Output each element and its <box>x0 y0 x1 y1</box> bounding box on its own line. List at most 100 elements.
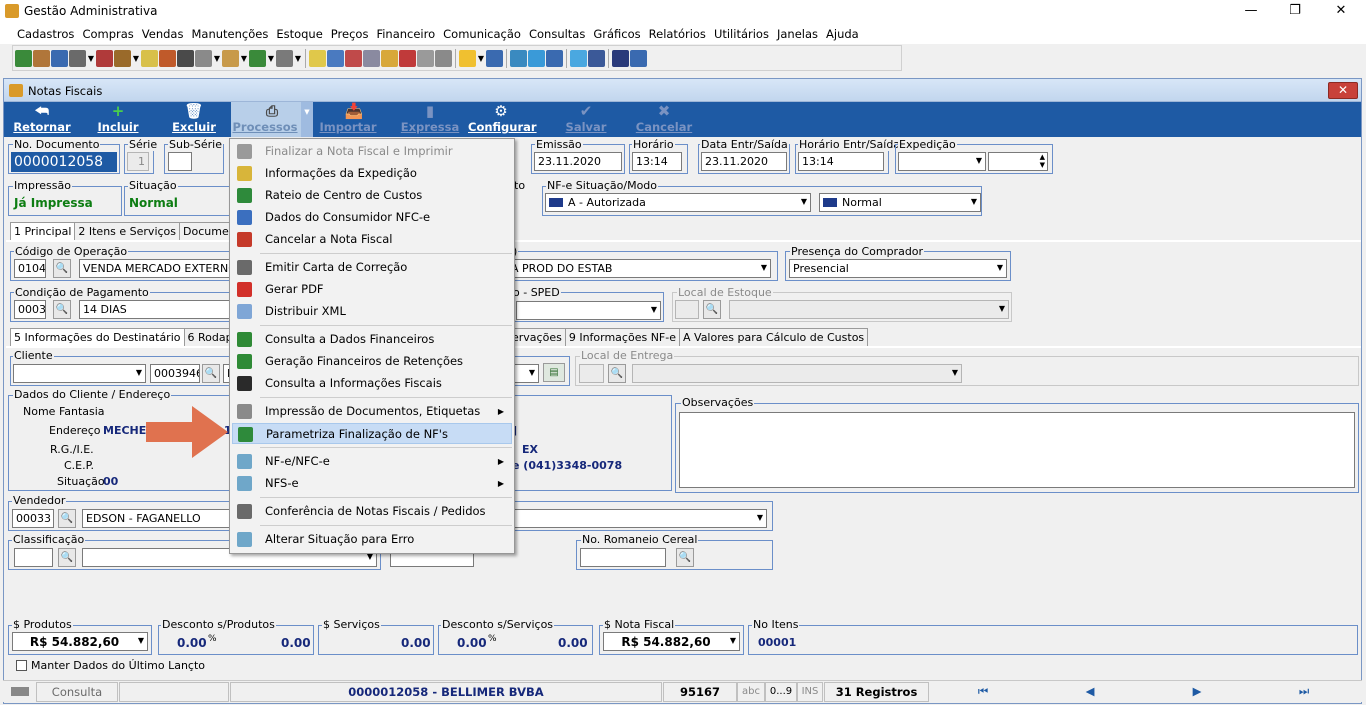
retornar-button[interactable]: ⮪ Retornar <box>10 102 74 137</box>
note-icon[interactable] <box>309 49 326 67</box>
menu-vendas[interactable]: Vendas <box>139 24 189 44</box>
chevron-down-icon[interactable]: ▼ <box>240 50 248 67</box>
skype-icon[interactable] <box>528 49 545 67</box>
data-entr-field[interactable]: 23.11.2020 <box>701 152 787 171</box>
gear-icon[interactable] <box>249 49 266 67</box>
menu-janelas[interactable]: Janelas <box>774 24 823 44</box>
hand-icon[interactable] <box>222 49 239 67</box>
tools-icon[interactable] <box>33 49 50 67</box>
menu-rateio-centro-custos[interactable]: Rateio de Centro de Custos <box>232 185 512 206</box>
menu-financeiro[interactable]: Financeiro <box>373 24 440 44</box>
email-icon[interactable] <box>510 49 527 67</box>
tab-informacoes-nfe[interactable]: 9 Informações NF-e <box>564 328 680 346</box>
menu-informacoes-expedicao[interactable]: Informações da Expedição <box>232 163 512 184</box>
chevron-down-icon[interactable]: ▼ <box>301 102 313 137</box>
tab-itens-servicos[interactable]: 2 Itens e Serviços <box>74 222 181 240</box>
box-icon[interactable] <box>114 49 131 67</box>
menu-graficos[interactable]: Gráficos <box>590 24 645 44</box>
truck-icon[interactable] <box>195 49 212 67</box>
condicao-field[interactable]: 0003 <box>14 300 46 319</box>
horario-entr-field[interactable]: 13:14 <box>798 152 884 171</box>
nav-next-button[interactable]: ▶ <box>1144 682 1250 702</box>
expedicao-number[interactable]: ▲ ▼ <box>988 152 1048 171</box>
sub-serie-field[interactable] <box>168 152 192 171</box>
tab-informacoes-destinatario[interactable]: 5 Informações do Destinatário <box>10 328 185 346</box>
people-icon[interactable] <box>69 49 86 67</box>
menu-dados-consumidor[interactable]: Dados do Consumidor NFC-e <box>232 207 512 228</box>
nfe-modo-select[interactable]: Normal <box>819 193 981 212</box>
disc-icon[interactable] <box>417 49 434 67</box>
cliente-code-field[interactable]: 0003946 <box>150 364 200 383</box>
chevron-down-icon[interactable]: ▼ <box>761 263 767 272</box>
menu-nfe-nfce[interactable]: NF-e/NFC-e ▶ <box>232 451 512 472</box>
add-user-icon[interactable] <box>435 49 452 67</box>
tab-observacoes[interactable]: ervações <box>508 328 566 346</box>
nav-prev-button[interactable]: ◀ <box>1037 682 1143 702</box>
no-documento-field[interactable]: 0000012058 <box>11 152 117 172</box>
lock-icon[interactable] <box>381 49 398 67</box>
tab-valores-custos[interactable]: A Valores para Cálculo de Custos <box>679 328 869 346</box>
menu-cancelar-nota[interactable]: Cancelar a Nota Fiscal <box>232 229 512 250</box>
menu-comunicacao[interactable]: Comunicação <box>440 24 526 44</box>
card-icon[interactable]: ▤ <box>543 363 565 382</box>
menu-impressao-documentos[interactable]: Impressão de Documentos, Etiquetas ▶ <box>232 401 512 422</box>
menu-nfse[interactable]: NFS-e ▶ <box>232 473 512 494</box>
search-icon[interactable]: 🔍 <box>676 548 694 567</box>
sped-select[interactable] <box>516 301 661 320</box>
menu-carta-correcao[interactable]: Emitir Carta de Correção <box>232 257 512 278</box>
chevron-down-icon[interactable]: ▼ <box>730 636 736 645</box>
menu-conferencia-notas[interactable]: Conferência de Notas Fiscais / Pedidos <box>232 501 512 522</box>
spinner-icon[interactable]: ▲ ▼ <box>1040 153 1045 169</box>
tab-principal[interactable]: 1 Principal <box>10 222 76 240</box>
nfe-situacao-select[interactable]: A - Autorizada <box>545 193 811 212</box>
menu-relatorios[interactable]: Relatórios <box>646 24 711 44</box>
chevron-down-icon[interactable]: ▼ <box>138 636 144 645</box>
info-icon[interactable] <box>486 49 503 67</box>
classificacao-code-field[interactable] <box>14 548 53 567</box>
presenca-select[interactable]: Presencial <box>789 259 1007 278</box>
star-icon[interactable] <box>459 49 476 67</box>
menu-utilitarios[interactable]: Utilitários <box>711 24 774 44</box>
twitter-icon[interactable] <box>570 49 587 67</box>
cliente-type-select[interactable] <box>13 364 146 383</box>
calendar-config-icon[interactable] <box>276 49 293 67</box>
incluir-button[interactable]: + Incluir <box>90 102 146 137</box>
configurar-button[interactable]: ⚙ Configurar <box>468 102 537 137</box>
expedicao-select[interactable] <box>898 152 986 171</box>
nav-last-button[interactable]: ⏭ <box>1251 682 1357 702</box>
search-icon[interactable]: 🔍 <box>58 548 76 567</box>
document-icon[interactable] <box>345 49 362 67</box>
clock-icon[interactable] <box>159 49 176 67</box>
search-icon[interactable]: 🔍 <box>53 300 71 319</box>
rss-icon[interactable] <box>546 49 563 67</box>
globe-icon[interactable] <box>15 49 32 67</box>
grid-icon[interactable] <box>177 49 194 67</box>
vendedor-code-field[interactable]: 00033 <box>12 509 54 528</box>
menu-cadastros[interactable]: Cadastros <box>14 24 79 44</box>
copy-icon[interactable] <box>363 49 380 67</box>
menu-gerar-pdf[interactable]: Gerar PDF <box>232 279 512 300</box>
calculator-icon[interactable] <box>96 49 113 67</box>
condicao-desc-field[interactable]: 14 DIAS <box>79 300 231 319</box>
menu-financeiros-retencoes[interactable]: Geração Financeiros de Retenções <box>232 351 512 372</box>
close-button[interactable]: ✕ <box>1318 0 1364 24</box>
nav-first-button[interactable]: ⏮ <box>930 682 1036 702</box>
processos-button[interactable]: ⎙ Processos ▼ <box>231 102 313 137</box>
chevron-down-icon[interactable]: ▼ <box>529 368 535 377</box>
chevron-down-icon[interactable]: ▼ <box>477 50 485 67</box>
menu-alterar-situacao-erro[interactable]: Alterar Situação para Erro <box>232 529 512 550</box>
vendedor-name-field[interactable]: EDSON - FAGANELLO <box>82 509 232 528</box>
romaneio-field[interactable] <box>580 548 666 567</box>
menu-consultas[interactable]: Consultas <box>526 24 590 44</box>
chevron-down-icon[interactable]: ▼ <box>294 50 302 67</box>
exit-icon[interactable] <box>630 49 647 67</box>
menu-parametriza-finalizacao[interactable]: Parametriza Finalização de NF's <box>232 423 512 444</box>
menu-estoque[interactable]: Estoque <box>273 24 327 44</box>
calendar-icon[interactable] <box>141 49 158 67</box>
search-icon[interactable]: 🔍 <box>58 509 76 528</box>
menu-dados-financeiros[interactable]: Consulta a Dados Financeiros <box>232 329 512 350</box>
horario-field[interactable]: 13:14 <box>632 152 682 171</box>
observacoes-textarea[interactable] <box>679 412 1355 488</box>
car-icon[interactable] <box>399 49 416 67</box>
nota-fiscal-field[interactable]: R$ 54.882,60 ▼ <box>603 632 740 651</box>
